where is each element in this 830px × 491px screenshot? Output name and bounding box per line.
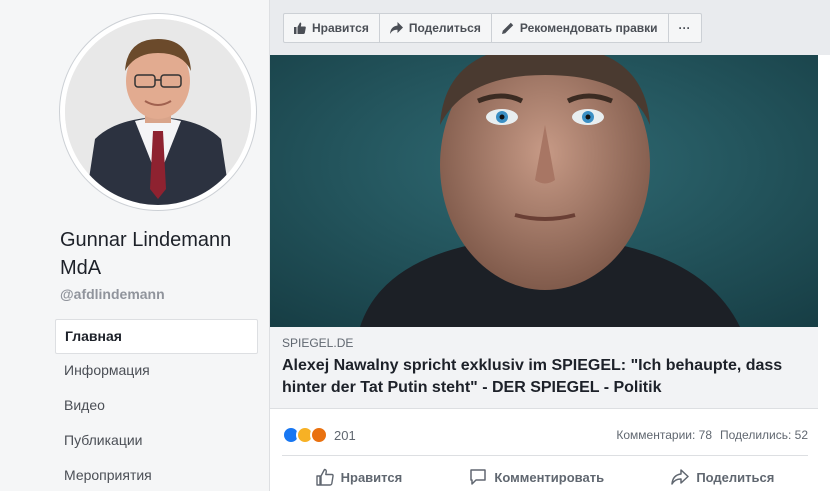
post-card: SPIEGEL.DE Alexej Nawalny spricht exklus… (270, 55, 830, 491)
page-title[interactable]: Gunnar Lindemann MdA (60, 226, 260, 282)
link-preview-image[interactable] (270, 55, 818, 327)
thumbs-up-icon (315, 468, 334, 486)
link-domain: SPIEGEL.DE (282, 336, 354, 350)
share-button[interactable]: Поделиться (671, 469, 774, 485)
nav-item-home[interactable]: Главная (55, 319, 258, 354)
page-action-bar: Нравится Поделиться Рекомендовать правки… (283, 13, 702, 43)
suggest-edits-label: Рекомендовать правки (519, 21, 658, 35)
profile-picture-frame[interactable] (60, 14, 256, 210)
like-label: Нравится (340, 469, 403, 485)
nav-item-events[interactable]: Мероприятия (55, 459, 258, 491)
page-sidebar: Gunnar Lindemann MdA @afdlindemann Главн… (0, 0, 270, 491)
share-label: Поделиться (696, 469, 775, 485)
avatar[interactable] (65, 19, 251, 205)
share-page-button[interactable]: Поделиться (380, 14, 492, 42)
nav-item-videos[interactable]: Видео (55, 389, 258, 424)
thumbs-up-icon (294, 22, 306, 34)
post-stats: 201 Комментарии: 78 Поделились: 52 (282, 423, 808, 447)
comments-count[interactable]: Комментарии: 78 (616, 428, 712, 442)
more-icon: ··· (678, 21, 691, 35)
shares-count[interactable]: Поделились: 52 (720, 428, 808, 442)
share-page-label: Поделиться (408, 21, 481, 35)
portrait-photo (270, 55, 818, 327)
profile-photo (65, 19, 251, 205)
reactions-count[interactable]: 201 (334, 428, 356, 443)
angry-reaction-icon (310, 426, 328, 444)
divider (282, 455, 808, 456)
link-preview[interactable]: SPIEGEL.DE Alexej Nawalny spricht exklus… (270, 327, 818, 409)
post-actions: Нравится Комментировать Поделиться (282, 463, 808, 491)
comment-bubble-icon (469, 468, 487, 486)
more-options-button[interactable]: ··· (669, 14, 701, 42)
share-arrow-icon (671, 469, 690, 485)
page-navigation: Главная Информация Видео Публикации Меро… (55, 319, 258, 491)
suggest-edits-button[interactable]: Рекомендовать правки (492, 14, 669, 42)
link-headline[interactable]: Alexej Nawalny spricht exklusiv im SPIEG… (282, 355, 802, 399)
nav-item-posts[interactable]: Публикации (55, 424, 258, 459)
nav-item-about[interactable]: Информация (55, 354, 258, 389)
comment-button[interactable]: Комментировать (469, 468, 604, 486)
like-page-label: Нравится (312, 21, 369, 35)
comment-label: Комментировать (494, 469, 605, 485)
page-username[interactable]: @afdlindemann (60, 286, 165, 302)
like-button[interactable]: Нравится (315, 468, 403, 486)
like-page-button[interactable]: Нравится (284, 14, 380, 42)
pencil-icon (501, 22, 514, 34)
share-arrow-icon (389, 22, 403, 34)
reactions-summary[interactable]: 201 (282, 426, 356, 444)
